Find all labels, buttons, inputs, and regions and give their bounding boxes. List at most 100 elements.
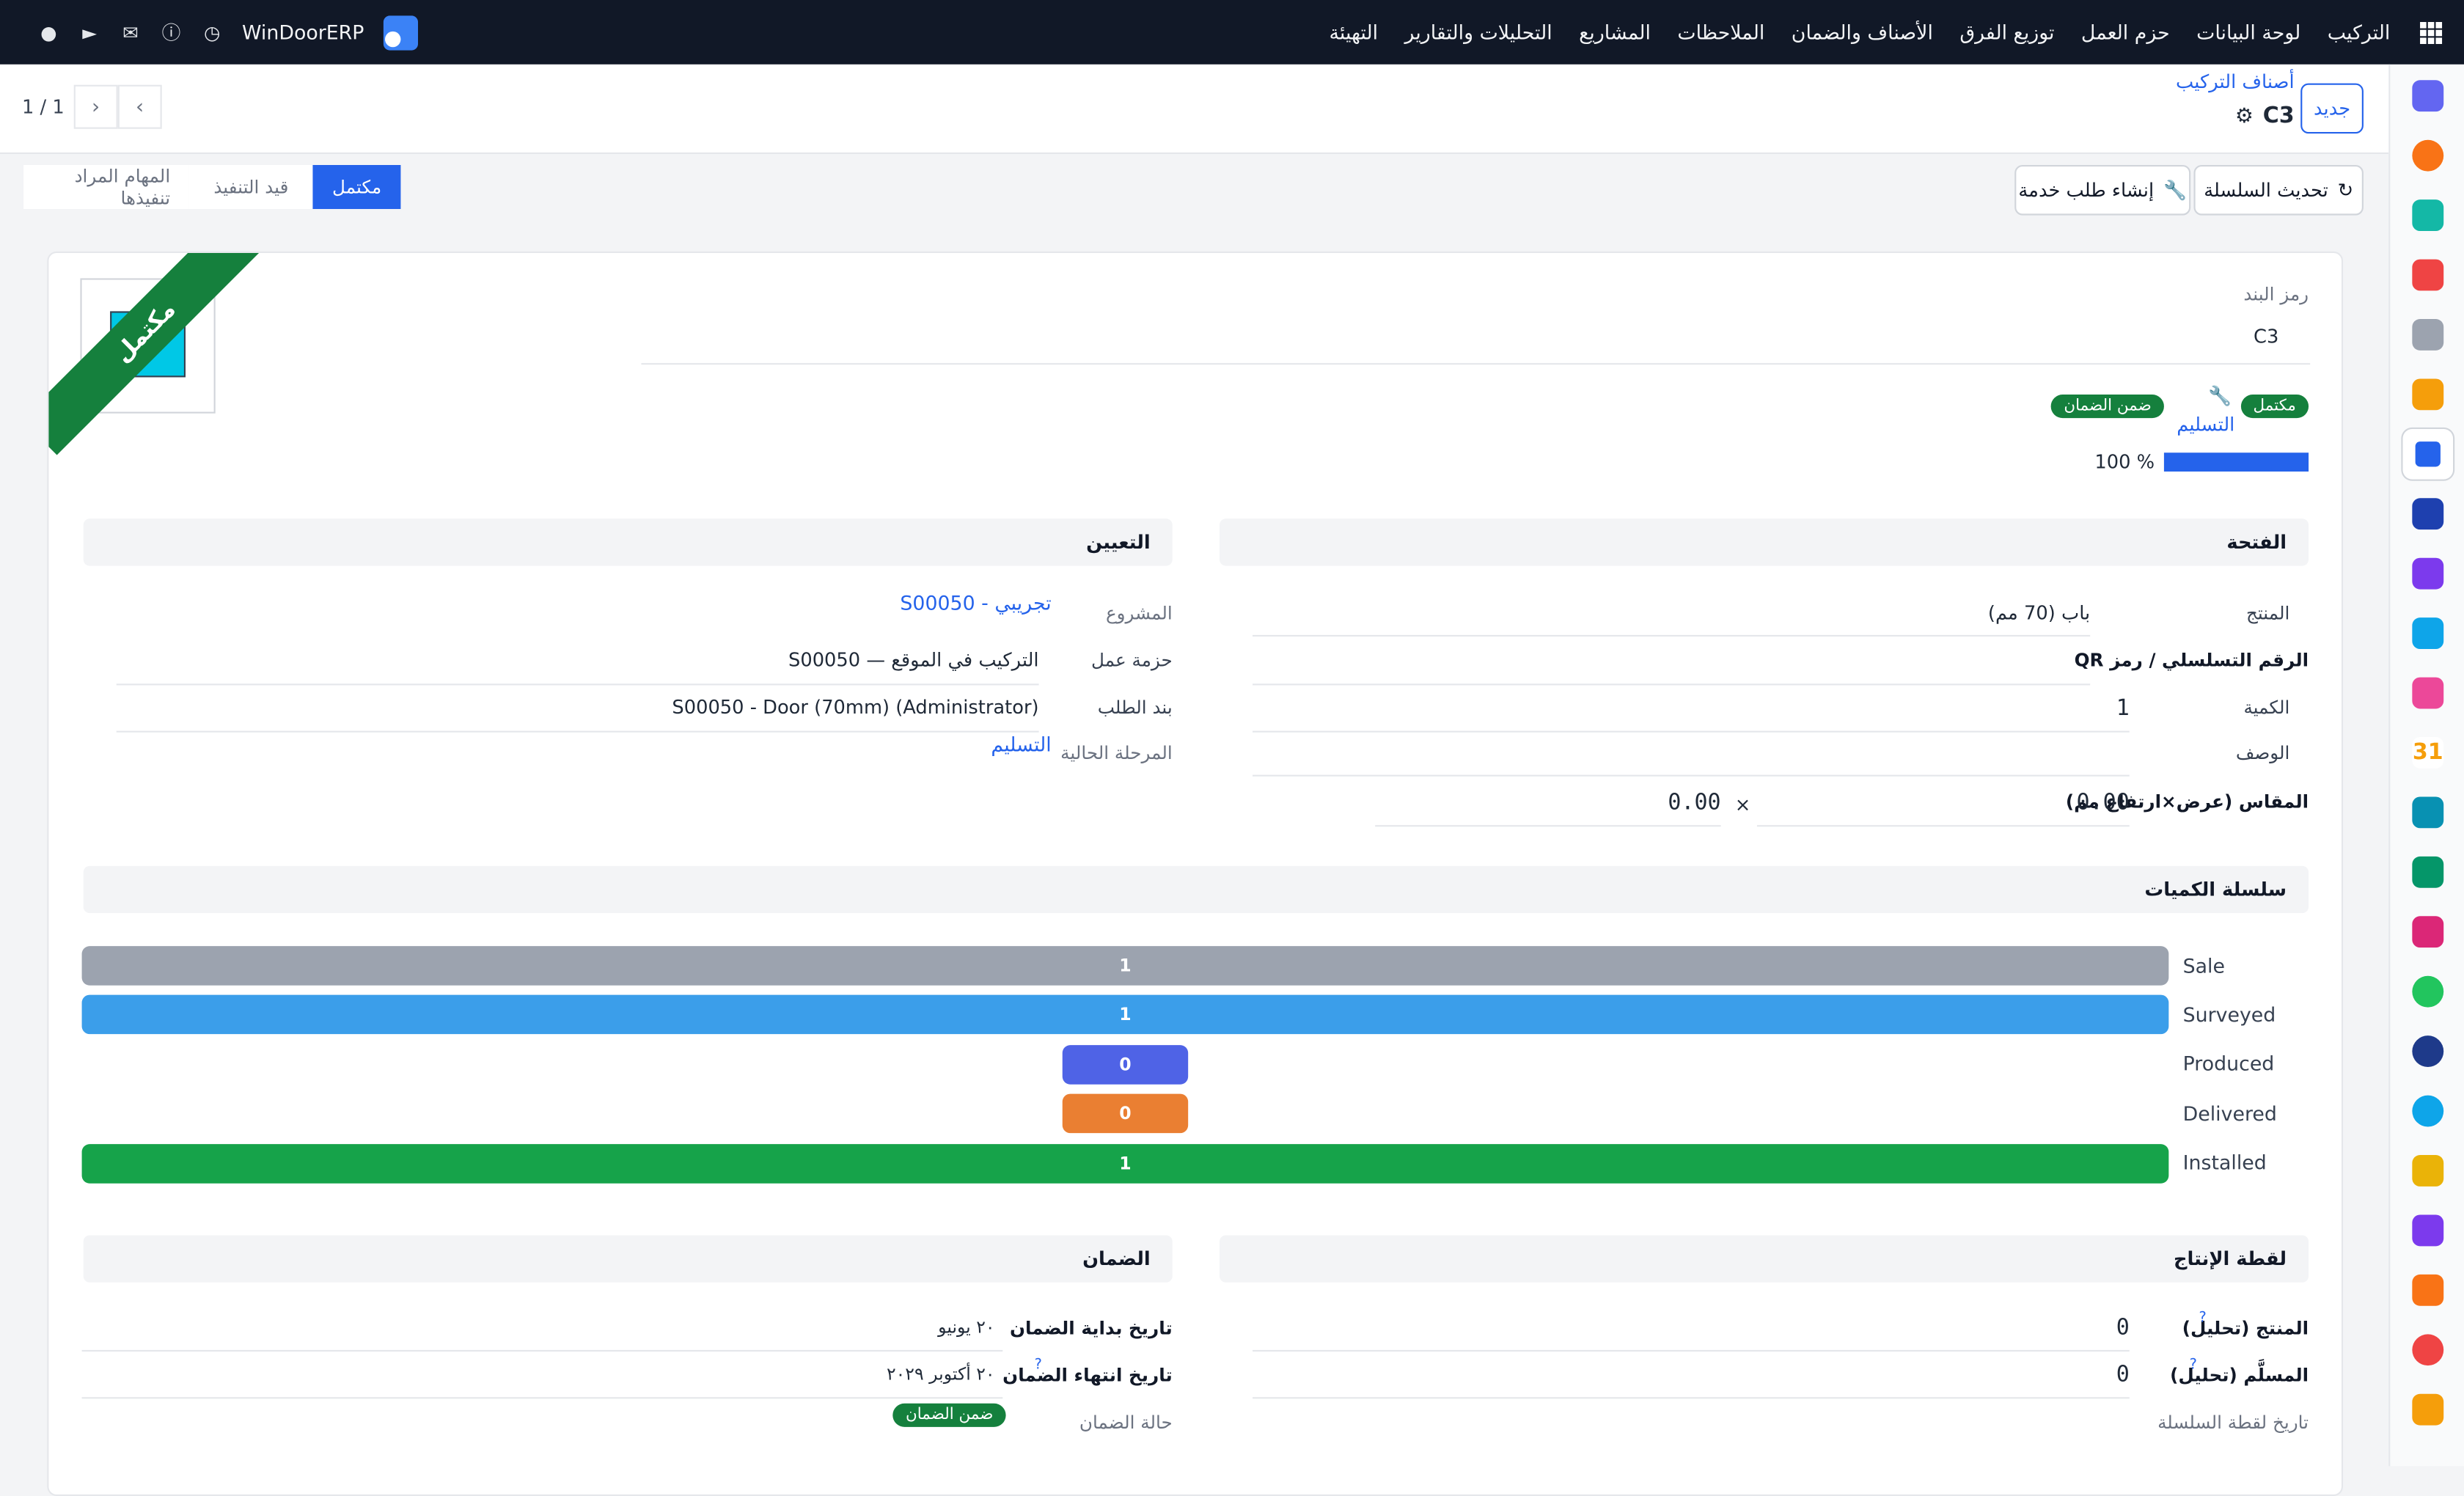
mail-app-icon[interactable] [2412, 80, 2444, 112]
project-link[interactable]: تجريبي - S00050 [900, 591, 1051, 615]
systray: WinDoorERP ◷ ⓘ ✉ ► ● [25, 0, 418, 65]
warranty-start-value: ٢٠ يونيو [938, 1316, 995, 1338]
quantity-field[interactable]: 1 [1252, 686, 2130, 733]
form-sheet: مكتمل رمز البند C3 مكتمل 🔧 التسليم ضمن ا… [47, 251, 2344, 1496]
stage-todo[interactable]: المهام المراد تنفيذها [23, 165, 189, 210]
gear-icon[interactable]: ⚙ [2235, 105, 2254, 128]
teal-check-app-icon[interactable] [2412, 199, 2444, 232]
order-line-value: S00050 - Door (70mm) (Administrator) [672, 696, 1039, 719]
description-label: الوصف [2235, 741, 2290, 764]
produced-help-icon[interactable]: ? [2199, 1310, 2206, 1326]
chain-snapshot-date-label: تاريخ لقطة السلسلة [2157, 1411, 2309, 1434]
warranty-title: الضمان [1082, 1247, 1151, 1270]
refresh-chain-button[interactable]: ↻ تحديث السلسلة [2193, 165, 2364, 216]
team-app-icon[interactable] [2412, 677, 2444, 709]
menu-item-analytics[interactable]: التحليلات والتقارير [1405, 21, 1552, 44]
timer-app-icon[interactable] [2412, 1035, 2444, 1068]
delivered-analysis-field[interactable]: 0 [1252, 1353, 2130, 1399]
company-logo-icon[interactable] [383, 15, 418, 50]
menu-item-workpacks[interactable]: حزم العمل [2081, 21, 2170, 44]
installation-app-icon[interactable] [2402, 429, 2454, 480]
apps-grid-icon[interactable] [2420, 21, 2443, 43]
invoice-app-icon[interactable] [2412, 617, 2444, 650]
pager-value[interactable]: 1 / 1 [22, 96, 65, 118]
wrench-icon: 🔧 [2163, 179, 2188, 202]
produced-analysis-field[interactable]: 0 [1252, 1306, 2130, 1352]
chat-bubble-app-icon[interactable] [2412, 139, 2444, 172]
menu-item-installation[interactable]: التركيب [2328, 21, 2391, 44]
control-panel: جديد أصناف التركيب C3 ⚙ 1 / 1 › ‹ [0, 64, 2389, 155]
bar-chart-app-icon[interactable] [2412, 259, 2444, 291]
pager-next-button[interactable]: › [73, 84, 118, 129]
menu-item-items-warranty[interactable]: الأصناف والضمان [1792, 21, 1933, 44]
workpack-field[interactable]: التركيب في الموقع — S00050 [116, 639, 1039, 686]
snapshot-title: لقطة الإنتاج [2173, 1247, 2287, 1270]
chain-bar-produced: 0 [1062, 1045, 1189, 1085]
send-app-icon[interactable] [2412, 1155, 2444, 1187]
current-stage-label: المرحلة الحالية [1060, 741, 1173, 764]
refresh-icon: ↻ [2337, 179, 2354, 202]
wave-app-icon[interactable] [2412, 1095, 2444, 1127]
new-button[interactable]: جديد [2300, 83, 2364, 134]
employees-app-icon[interactable] [2412, 856, 2444, 888]
contacts-app-icon[interactable] [2412, 378, 2444, 411]
progress-text: 100 % [2094, 451, 2155, 474]
dashboard-tiles-app-icon[interactable] [2412, 916, 2444, 948]
chain-label-produced: Produced [2182, 1051, 2275, 1075]
hexagon-app-icon[interactable] [2412, 1274, 2444, 1306]
bell-icon[interactable]: ● [37, 21, 59, 43]
pie-app-icon[interactable] [2412, 1334, 2444, 1366]
chat-icon[interactable]: ✉ [120, 21, 142, 43]
width-value: 0.00 [2076, 790, 2130, 816]
board-app-icon[interactable] [2412, 498, 2444, 530]
stage-link[interactable]: التسليم [2177, 414, 2234, 436]
description-field[interactable] [1252, 734, 2130, 777]
box-app-icon[interactable] [2412, 557, 2444, 590]
item-code-field[interactable]: C3 [641, 316, 2311, 365]
width-field[interactable]: 0.00 [1756, 781, 2130, 827]
warranty-status-label: حالة الضمان [1079, 1411, 1173, 1434]
stage-in-progress[interactable]: قيد التنفيذ [188, 165, 313, 210]
chain-bar-installed: 1 [81, 1144, 2169, 1184]
create-service-label: إنشاء طلب خدمة [2018, 179, 2155, 202]
progress-bar [2163, 452, 2309, 472]
item-code-label: رمز البند [2243, 282, 2309, 305]
serial-field[interactable] [1252, 639, 2091, 686]
serial-label: الرقم التسلسلي / رمز QR [2074, 649, 2309, 672]
chain-section-header: سلسلة الكميات [83, 865, 2309, 914]
settings-app-icon[interactable] [2412, 1393, 2444, 1426]
warranty-badge: ضمن الضمان [2051, 394, 2164, 419]
warranty-end-help-icon[interactable]: ? [1034, 1357, 1041, 1373]
menu-item-configuration[interactable]: التهيئة [1330, 21, 1379, 44]
workpack-label: حزمة عمل [1090, 649, 1173, 672]
top-navbar: التركيب لوحة البيانات حزم العمل توزيع ال… [0, 0, 2464, 65]
cube-app-icon[interactable] [2412, 319, 2444, 351]
help-icon[interactable]: ⓘ [161, 21, 183, 44]
assignment-section-header: التعيين [83, 518, 1173, 566]
sign-app-icon[interactable] [2412, 796, 2444, 829]
height-field[interactable]: 0.00 [1375, 781, 1721, 827]
calendar-app-icon[interactable]: 31 [2412, 737, 2444, 769]
current-stage-link[interactable]: التسليم [991, 733, 1051, 756]
menu-item-projects[interactable]: المشاريع [1579, 21, 1651, 44]
brand-name[interactable]: WinDoorERP [242, 21, 364, 44]
delivered-help-icon[interactable]: ? [2190, 1357, 2197, 1373]
warranty-start-label: تاريخ بداية الضمان [1009, 1316, 1173, 1339]
warranty-end-field[interactable]: ٢٠ أكتوبر ٢٠٢٩ [81, 1353, 1003, 1399]
breadcrumb[interactable]: أصناف التركيب [2176, 70, 2295, 92]
announcement-icon[interactable]: ► [78, 21, 100, 43]
stage-done[interactable]: مكتمل [312, 165, 401, 210]
pager-previous-button[interactable]: ‹ [117, 84, 162, 129]
order-line-field[interactable]: S00050 - Door (70mm) (Administrator) [116, 686, 1039, 733]
clock-icon[interactable]: ◷ [201, 21, 223, 43]
product-field[interactable]: باب (70 مم) [1252, 591, 2091, 637]
menu-item-team-dispatch[interactable]: توزيع الفرق [1959, 21, 2054, 44]
wrench-stage-icon[interactable]: 🔧 [2208, 385, 2232, 407]
menu-item-notes[interactable]: الملاحظات [1677, 21, 1764, 44]
warranty-start-field[interactable]: ٢٠ يونيو [81, 1306, 1003, 1352]
menu-item-dashboard[interactable]: لوحة البيانات [2196, 21, 2300, 44]
whatsapp-app-icon[interactable] [2412, 975, 2444, 1008]
chain-label-surveyed: Surveyed [2182, 1002, 2276, 1027]
create-service-request-button[interactable]: 🔧 إنشاء طلب خدمة [2014, 165, 2191, 216]
list-app-icon[interactable] [2412, 1214, 2444, 1247]
